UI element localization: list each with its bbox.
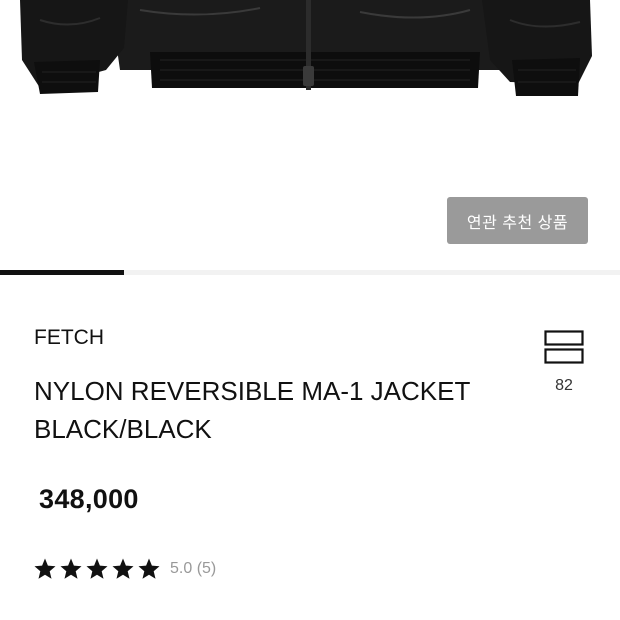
rating-summary[interactable]: 5.0 (5) bbox=[33, 556, 216, 582]
star-icon bbox=[86, 558, 108, 579]
tab-active-indicator bbox=[0, 270, 124, 275]
product-image-area: 연관 추천 상품 bbox=[0, 0, 620, 272]
star-icon bbox=[112, 558, 134, 579]
product-name-line1: NYLON REVERSIBLE MA-1 JACKET bbox=[34, 376, 471, 406]
product-name: NYLON REVERSIBLE MA-1 JACKET BLACK/BLACK bbox=[34, 372, 504, 448]
rating-stars bbox=[33, 557, 161, 581]
like-button[interactable]: 82 bbox=[541, 330, 587, 394]
star-icon bbox=[60, 558, 82, 579]
brand-name[interactable]: FETCH bbox=[34, 326, 104, 350]
tab-bar bbox=[0, 270, 620, 275]
product-price: 348,000 bbox=[39, 484, 139, 514]
star-icon bbox=[138, 558, 160, 579]
product-name-line2: BLACK/BLACK bbox=[34, 414, 212, 444]
like-stack-icon bbox=[544, 330, 584, 364]
star-icon bbox=[34, 558, 56, 579]
rating-score: 5.0 (5) bbox=[170, 560, 217, 577]
like-count: 82 bbox=[555, 377, 573, 394]
related-products-button[interactable]: 연관 추천 상품 bbox=[447, 197, 588, 244]
